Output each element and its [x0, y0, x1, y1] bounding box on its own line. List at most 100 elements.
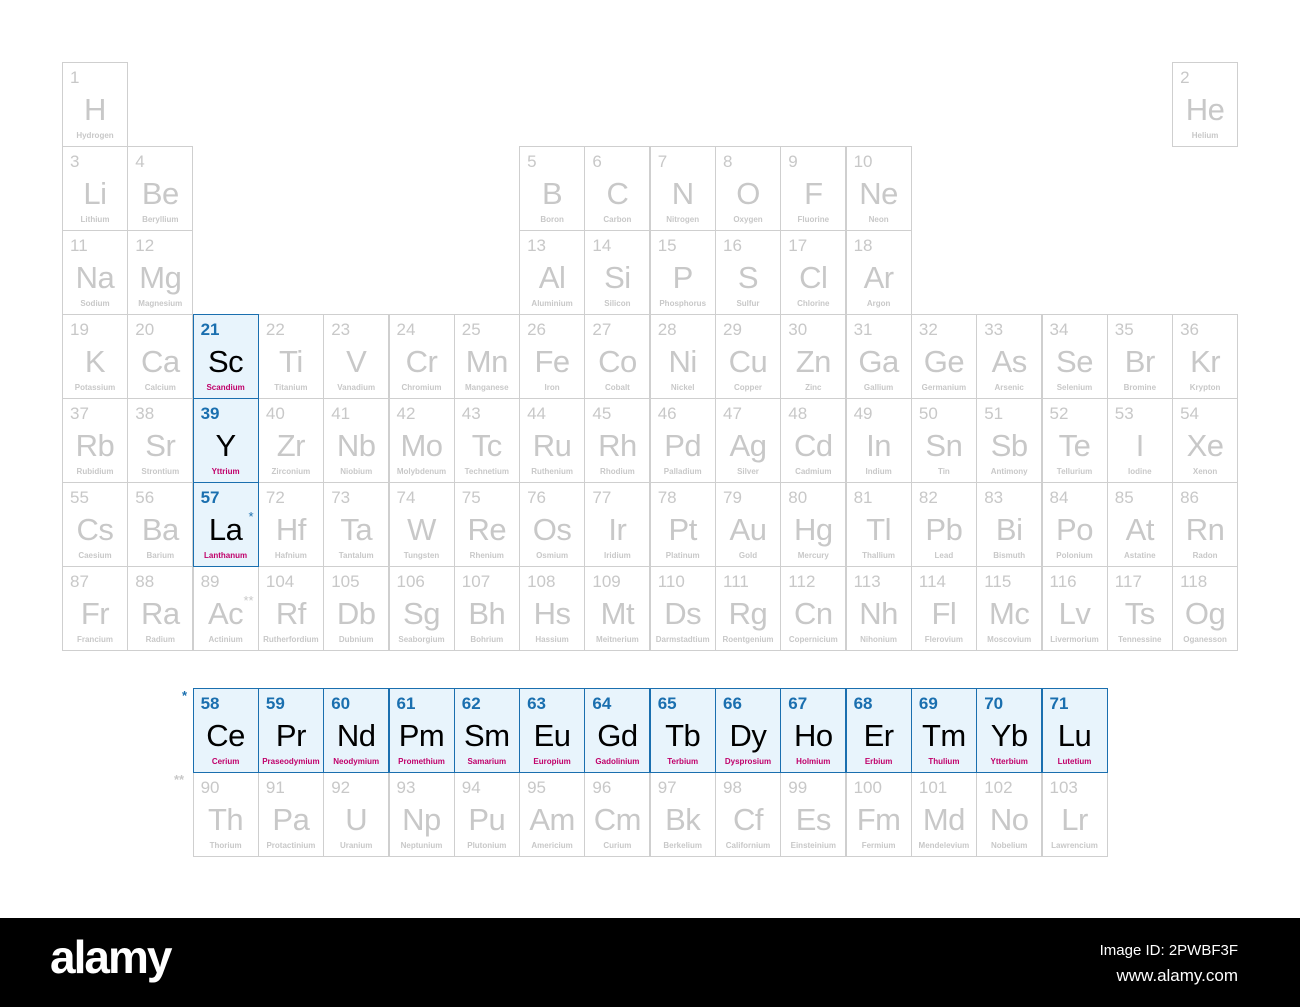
element-symbol: Os	[532, 512, 572, 547]
atomic-number: 1	[70, 68, 80, 87]
element-symbol: Ba	[141, 512, 179, 547]
element-name: Actinium	[208, 635, 243, 644]
element-name: Berkelium	[663, 841, 703, 850]
element-cell-titanium: 22 Ti Titanium	[257, 314, 324, 399]
element-name: Fermium	[861, 841, 896, 850]
image-id: Image ID: 2PWBF3F	[1099, 942, 1238, 959]
element-cell-palladium: 46 Pd Palladium	[649, 398, 716, 483]
element-cell-praseodymium: 59 Pr Praseodymium	[257, 688, 324, 773]
element-cell-antimony: 51 Sb Antimony	[976, 398, 1043, 483]
element-cell-dysprosium: 66 Dy Dysprosium	[715, 688, 781, 773]
element-cell-tellurium: 52 Te Tellurium	[1041, 398, 1108, 483]
atomic-number: 62	[461, 694, 481, 713]
element-cell-lutetium: 71 Lu Lutetium	[1041, 688, 1108, 773]
element-symbol: Pt	[668, 512, 698, 547]
element-cell-osmium: 76 Os Osmium	[519, 482, 586, 567]
element-cell-nobelium: 102 No Nobelium	[976, 772, 1043, 857]
atomic-number: 74	[396, 488, 416, 507]
atomic-number: 25	[461, 320, 481, 339]
atomic-number: 35	[1114, 320, 1134, 339]
element-symbol: Rn	[1185, 512, 1225, 547]
atomic-number: 75	[461, 488, 481, 507]
element-cell-nihonium: 113 Nh Nihonium	[845, 566, 912, 651]
element-symbol: Re	[467, 512, 507, 547]
atomic-number: 111	[723, 572, 749, 591]
element-symbol: Sc	[208, 344, 244, 379]
element-name: Thallium	[862, 551, 896, 560]
atomic-number: 53	[1114, 404, 1134, 423]
element-symbol: C	[606, 176, 629, 211]
element-symbol: W	[407, 512, 436, 547]
element-symbol: Fm	[856, 802, 901, 837]
element-symbol: Ne	[859, 176, 898, 211]
atomic-number: 33	[984, 320, 1004, 339]
element-symbol: Zn	[795, 344, 832, 379]
element-cell-chlorine: 17 Cl Chlorine	[780, 230, 847, 315]
element-name: Dubnium	[338, 635, 374, 644]
element-symbol: Nb	[336, 428, 376, 463]
element-symbol: Xe	[1186, 428, 1224, 463]
element-symbol: N	[671, 176, 694, 211]
element-symbol: Be	[141, 176, 179, 211]
actinide-row-marker: **	[174, 772, 185, 787]
atomic-number: 16	[723, 236, 742, 255]
atomic-number: 113	[853, 572, 881, 591]
atomic-number: 60	[331, 694, 351, 713]
atomic-number: 2	[1180, 68, 1190, 87]
element-symbol: Ge	[923, 344, 965, 379]
element-symbol: Am	[529, 802, 575, 837]
atomic-number: 98	[723, 778, 742, 797]
atomic-number: 73	[331, 488, 351, 507]
element-symbol: Tm	[922, 718, 966, 753]
element-symbol: Au	[729, 512, 767, 547]
element-name: Bromine	[1123, 383, 1157, 392]
atomic-number: 15	[657, 236, 677, 255]
element-name: Rutherfordium	[263, 635, 319, 644]
element-name: Chromium	[401, 383, 442, 392]
element-name: Tantalum	[338, 551, 374, 560]
atomic-number: 109	[592, 572, 621, 591]
atomic-number: 71	[1049, 694, 1069, 713]
element-name: Selenium	[1056, 383, 1093, 392]
element-name: Lutetium	[1057, 757, 1092, 766]
element-name: Palladium	[663, 467, 702, 476]
element-name: Cadmium	[795, 467, 832, 476]
element-cell-samarium: 62 Sm Samarium	[453, 688, 520, 773]
element-symbol: Te	[1058, 428, 1091, 463]
element-cell-oganesson: 118 Og Oganesson	[1172, 566, 1239, 651]
element-symbol: Mo	[400, 428, 443, 463]
element-symbol: Sr	[145, 428, 176, 463]
atomic-number: 34	[1049, 320, 1069, 339]
element-cell-cadmium: 48 Cd Cadmium	[780, 398, 847, 483]
element-name: Copper	[734, 383, 762, 392]
atomic-number: 80	[788, 488, 808, 507]
element-cell-mercury: 80 Hg Mercury	[780, 482, 847, 567]
element-cell-europium: 63 Eu Europium	[519, 688, 586, 773]
element-name: Strontium	[141, 467, 180, 476]
atomic-number: 24	[396, 320, 416, 339]
element-cell-curium: 96 Cm Curium	[584, 772, 651, 857]
atomic-number: 83	[984, 488, 1004, 507]
element-symbol: Ag	[729, 428, 767, 463]
element-cell-caesium: 55 Cs Caesium	[62, 482, 128, 567]
element-name: Carbon	[603, 215, 632, 224]
element-name: Calcium	[144, 383, 176, 392]
atomic-number: 84	[1049, 488, 1069, 507]
atomic-number: 63	[527, 694, 547, 713]
atomic-number: 9	[788, 152, 798, 171]
element-cell-arsenic: 33 As Arsenic	[976, 314, 1043, 399]
atomic-number: 61	[396, 694, 416, 713]
element-name: Zinc	[805, 383, 822, 392]
element-cell-roentgenium: 111 Rg Roentgenium	[715, 566, 781, 651]
element-cell-fluorine: 9 F Fluorine	[780, 146, 847, 231]
element-cell-thorium: 90 Th Thorium	[192, 772, 259, 857]
element-name: Arsenic	[994, 383, 1024, 392]
element-cell-thulium: 69 Tm Thulium	[910, 688, 977, 773]
element-name: Scandium	[206, 383, 245, 392]
element-cell-sodium: 11 Na Sodium	[62, 230, 128, 315]
element-cell-boron: 5 B Boron	[519, 146, 586, 231]
element-symbol: Cf	[733, 802, 764, 837]
element-name: Iron	[544, 383, 560, 392]
element-symbol: As	[991, 344, 1028, 379]
atomic-number: 118	[1180, 572, 1208, 591]
